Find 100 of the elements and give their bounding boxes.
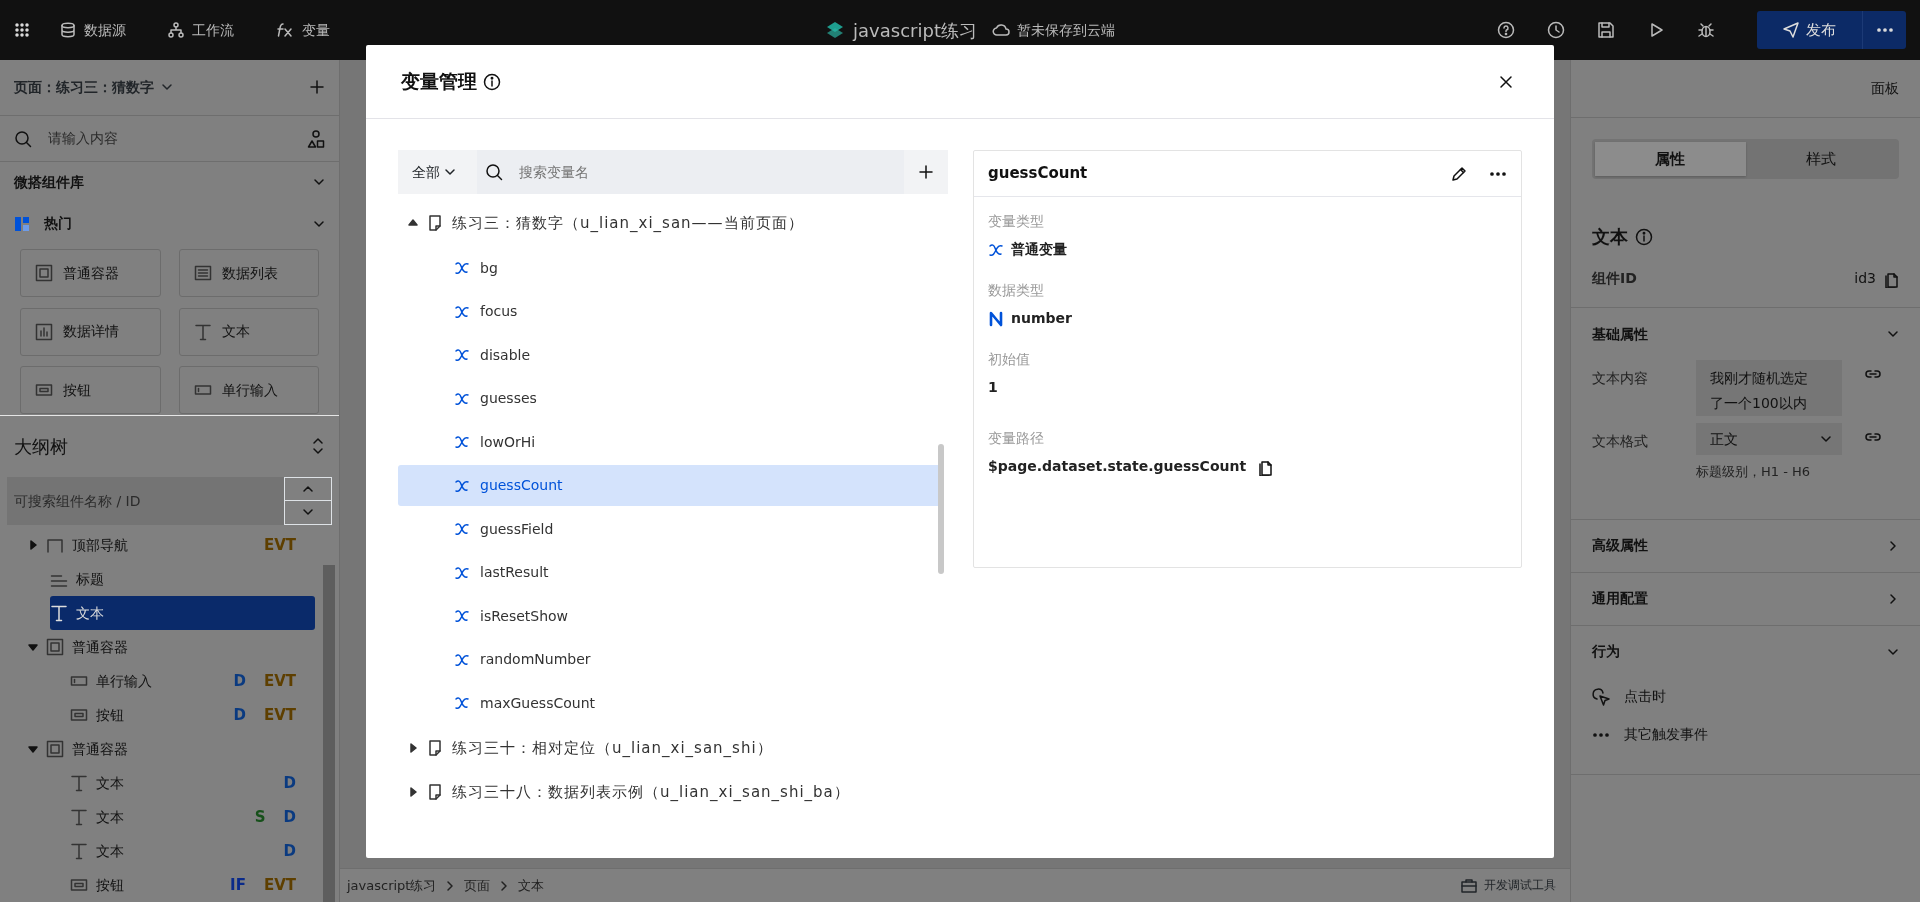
text-area[interactable]: 我刚才随机选定了一个100以内 — [1696, 360, 1842, 416]
variable-item[interactable]: maxGuessCount — [398, 682, 942, 724]
text-icon — [70, 774, 88, 792]
outline-item[interactable]: 文本 D — [70, 834, 315, 868]
variable-icon — [988, 241, 1004, 258]
component-tile[interactable]: 单行输入 — [178, 366, 319, 415]
bug-icon[interactable] — [1697, 21, 1715, 39]
outline-item[interactable]: 按钮 D EVT — [70, 698, 315, 732]
shapes-icon[interactable] — [307, 129, 325, 148]
history-icon[interactable] — [1547, 21, 1565, 39]
chevron-right-icon[interactable] — [1887, 539, 1899, 552]
help-icon[interactable] — [1497, 21, 1515, 39]
number-type-icon — [988, 310, 1004, 327]
status-tag: D — [228, 669, 251, 693]
save-icon[interactable] — [1597, 21, 1615, 39]
group-row[interactable]: 练习三十八：数据列表示例（u_lian_xi_san_shi_ba） — [398, 770, 948, 814]
chevron-down-icon[interactable] — [443, 166, 456, 178]
variable-item[interactable]: lowOrHi — [398, 421, 942, 463]
container-icon — [35, 264, 53, 283]
outline-item[interactable]: 普通容器 — [28, 630, 315, 664]
search-field[interactable]: 搜索变量名 — [476, 150, 904, 194]
search-icon — [484, 163, 503, 181]
component-title: 文本 — [1592, 225, 1628, 249]
outline-item[interactable]: 单行输入 D EVT — [70, 664, 315, 698]
outline-item[interactable]: 标题 — [28, 562, 315, 596]
more-icon[interactable] — [1875, 27, 1894, 33]
component-tile[interactable]: 数据详情 — [20, 307, 161, 356]
variable-icon — [454, 521, 470, 537]
nav-tab[interactable]: 工作流 — [168, 19, 234, 41]
tab[interactable]: 样式 — [1745, 142, 1896, 176]
breadcrumb-link[interactable]: 页面 — [464, 875, 491, 896]
collapsed-caret-icon[interactable] — [408, 787, 418, 797]
text-icon — [50, 604, 68, 622]
variable-item[interactable]: isResetShow — [398, 595, 942, 637]
section-title: 基础属性 — [1592, 324, 1648, 344]
outline-item[interactable]: 普通容器 — [28, 732, 315, 766]
add-page-icon[interactable] — [309, 79, 325, 96]
breadcrumb-link[interactable]: javascript练习 — [347, 875, 437, 896]
status-tag: EVT — [258, 533, 301, 557]
scrollbar[interactable] — [938, 444, 944, 574]
more-icon[interactable] — [1489, 170, 1507, 177]
more-button[interactable] — [1862, 11, 1906, 49]
tab[interactable]: 属性 — [1595, 142, 1746, 176]
layout-icon — [14, 215, 30, 232]
breadcrumb-link[interactable]: 文本 — [518, 875, 545, 896]
field-label: 初始值 — [988, 350, 1031, 369]
field-value: id3 — [1854, 269, 1876, 288]
status-tag: D — [278, 839, 301, 863]
text-icon — [70, 842, 88, 860]
chevron-right-icon[interactable] — [1887, 592, 1899, 605]
select-field[interactable]: 正文 — [1696, 423, 1842, 455]
link-icon[interactable] — [1864, 368, 1882, 380]
outline-item[interactable]: 按钮 IF EVT — [70, 868, 315, 902]
variable-item[interactable]: bg — [398, 247, 942, 289]
outline-item[interactable]: 文本 S D — [70, 800, 315, 834]
debug-tools-button[interactable]: 开发调试工具 — [1461, 876, 1556, 895]
variable-item[interactable]: guessField — [398, 508, 942, 550]
variable-item[interactable]: disable — [398, 334, 942, 376]
variable-icon — [454, 347, 470, 363]
group-row[interactable]: 练习三：猜数字（u_lian_xi_san——当前页面） — [398, 201, 948, 245]
status-tag: EVT — [258, 669, 301, 693]
collapsed-caret-icon[interactable] — [408, 743, 418, 753]
field-label: 变量路径 — [988, 429, 1045, 448]
search-field[interactable]: 可搜索组件名称 / ID — [7, 476, 284, 525]
component-tile[interactable]: 数据列表 — [178, 249, 319, 298]
nav-tab[interactable]: 变量 — [276, 19, 330, 41]
filter-dropdown[interactable]: 全部 — [412, 161, 456, 183]
variable-item[interactable]: focus — [398, 291, 942, 332]
workflow-icon — [168, 22, 184, 38]
variable-icon — [454, 260, 470, 276]
component-tile[interactable]: 普通容器 — [20, 249, 161, 298]
outline-item[interactable]: 文本 — [50, 596, 315, 630]
outline-item[interactable]: 文本 D — [70, 766, 315, 800]
page-selector[interactable]: 页面：练习三：猜数字 — [14, 76, 173, 98]
expand-collapse-icon[interactable] — [311, 437, 325, 456]
add-variable-icon[interactable] — [918, 164, 934, 180]
link-icon[interactable] — [1864, 431, 1882, 443]
info-icon — [1635, 227, 1653, 246]
click-icon — [1592, 687, 1610, 706]
variable-item[interactable]: lastResult — [398, 552, 942, 593]
apps-grid-icon[interactable] — [14, 22, 30, 38]
outline-item[interactable]: 顶部导航 EVT — [28, 528, 315, 562]
variable-item[interactable]: guesses — [398, 378, 942, 419]
database-icon — [60, 22, 76, 38]
search-input[interactable]: 搜索变量名 — [516, 160, 896, 184]
event-item[interactable]: 其它触发事件 — [1592, 715, 1899, 754]
component-tile[interactable]: 按钮 — [20, 366, 161, 415]
publish-button[interactable]: 发布 — [1757, 11, 1862, 49]
close-icon[interactable] — [1499, 74, 1513, 89]
expanded-caret-icon[interactable] — [408, 218, 418, 228]
page-icon — [428, 215, 442, 231]
search-field[interactable]: 请输入内容 — [46, 127, 293, 151]
component-tile[interactable]: 文本 — [178, 307, 319, 356]
field-value: number — [1011, 309, 1072, 328]
variable-item[interactable]: randomNumber — [398, 639, 942, 680]
group-row[interactable]: 练习三十：相对定位（u_lian_xi_san_shi） — [398, 726, 948, 770]
nav-tab[interactable]: 数据源 — [60, 19, 126, 41]
edit-icon[interactable] — [1450, 164, 1468, 183]
event-item[interactable]: 点击时 — [1592, 677, 1899, 716]
scrollbar[interactable] — [323, 564, 335, 902]
